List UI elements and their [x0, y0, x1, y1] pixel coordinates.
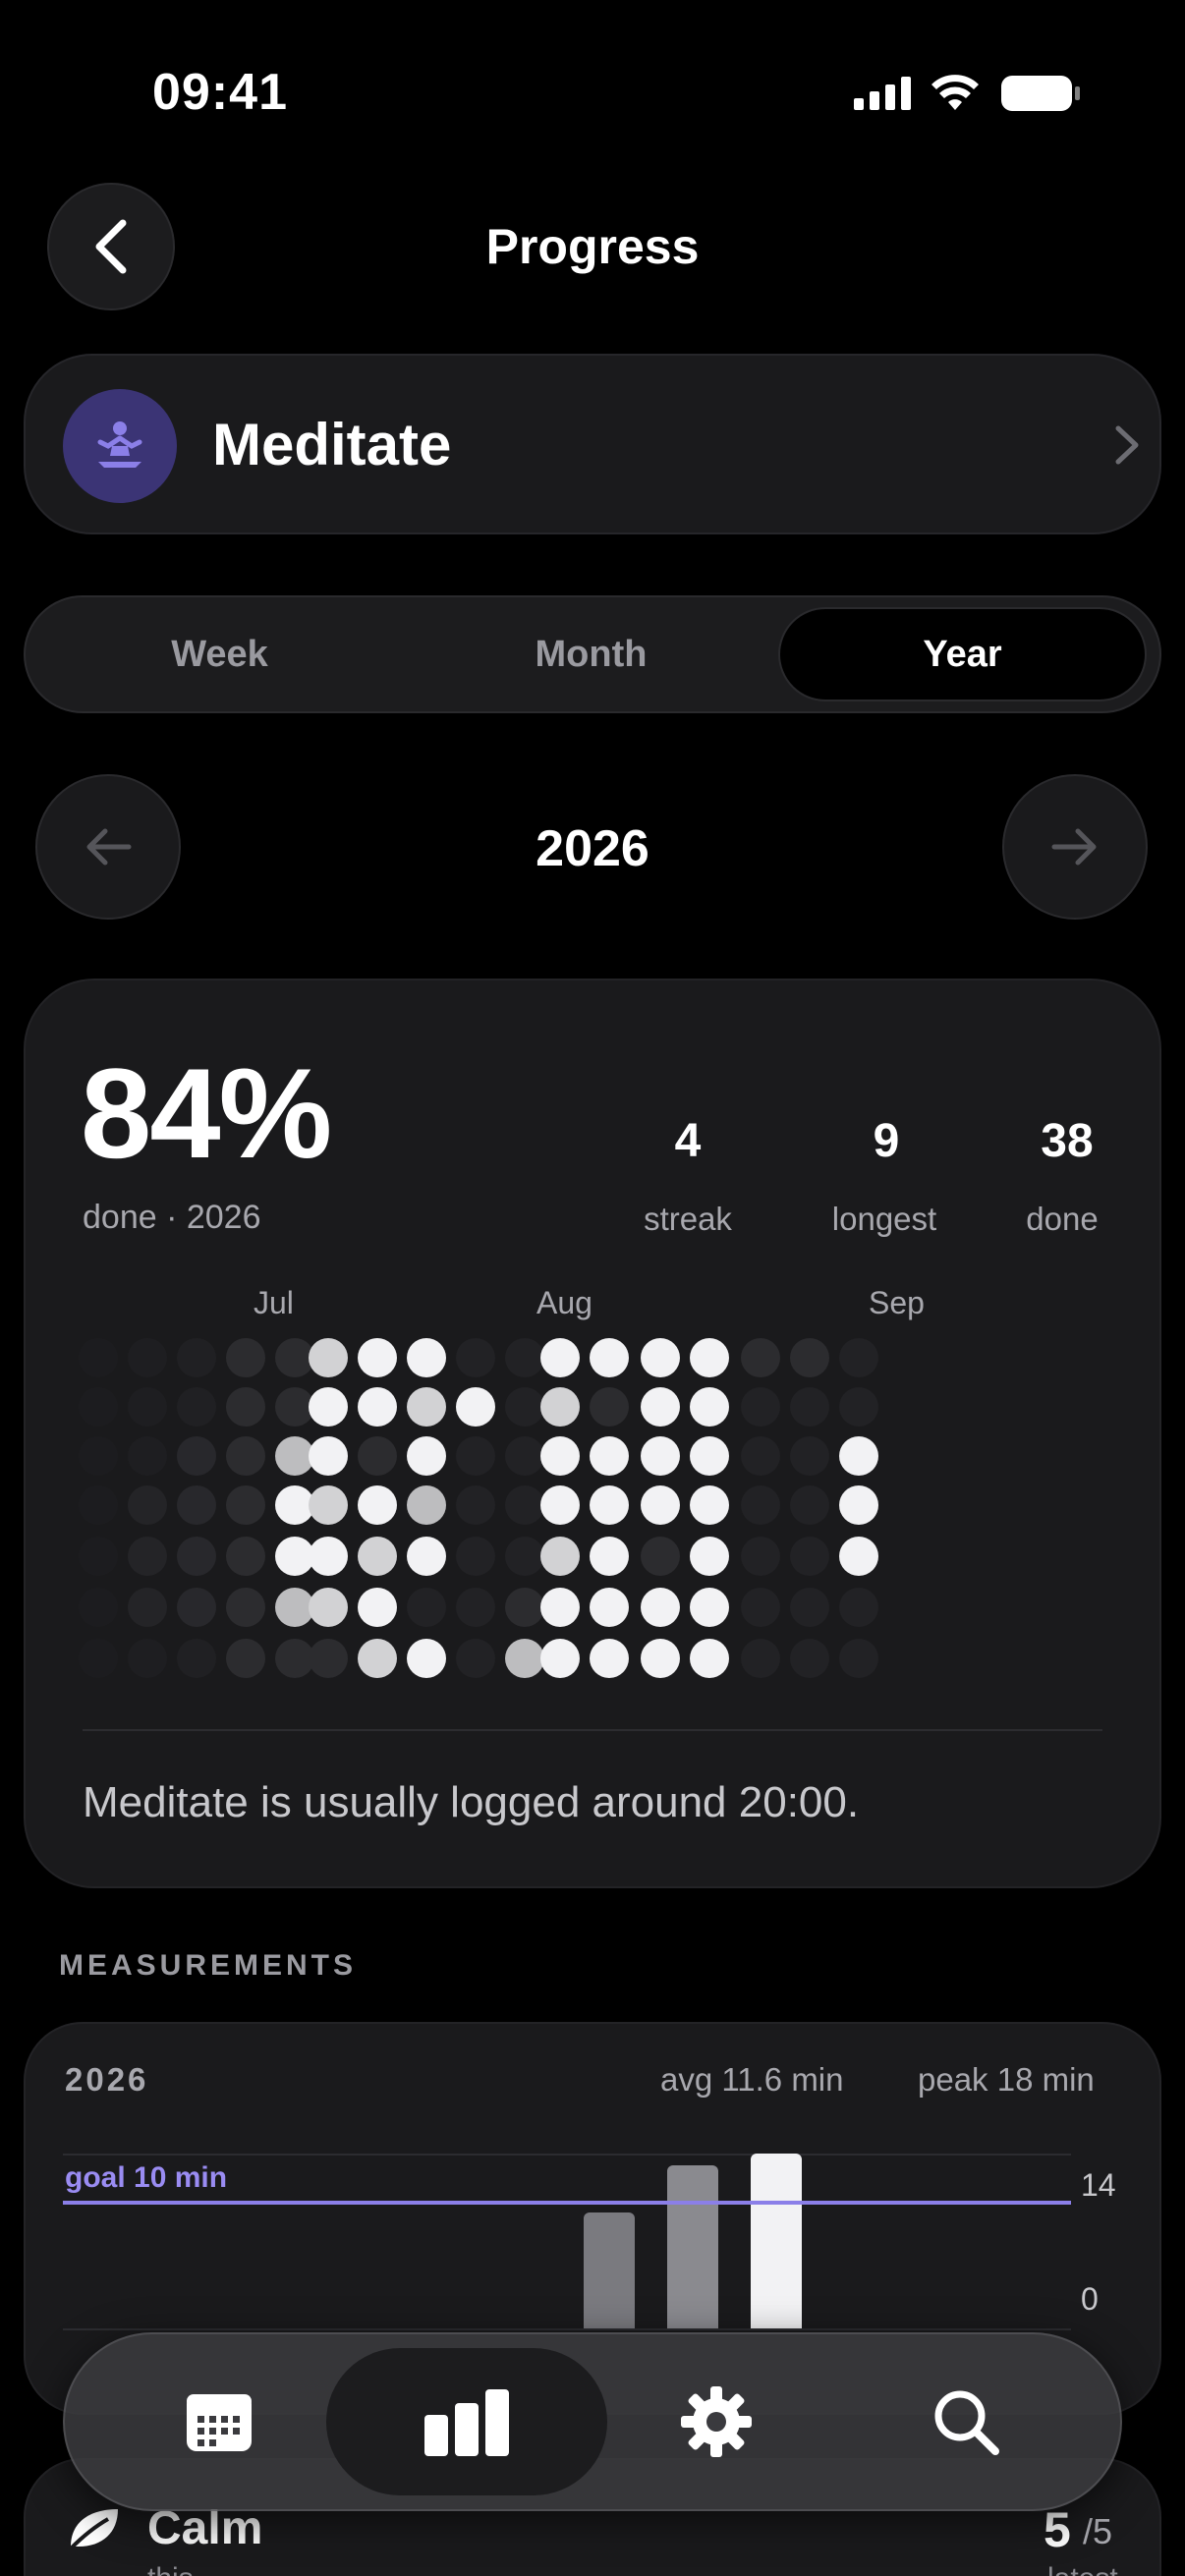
goal-label: goal 10 min	[65, 2161, 228, 2194]
done-value: 38	[1041, 1115, 1094, 1167]
settings-icon	[681, 2386, 752, 2457]
completion-subtitle: done · 2026	[83, 1199, 261, 1236]
tab-stats[interactable]	[326, 2348, 607, 2495]
habit-avatar	[63, 389, 177, 503]
measurement-bar	[751, 2154, 802, 2328]
habit-card-note: latest	[1047, 2562, 1118, 2576]
leaf-icon	[65, 2503, 124, 2557]
meditation-icon	[97, 421, 142, 468]
habit-selector[interactable]	[24, 354, 1161, 534]
measurements-year: 2026	[65, 2061, 149, 2098]
axis-label-min: 0	[1081, 2281, 1099, 2317]
divider	[83, 1729, 1102, 1731]
measurements-average: avg 11.6 min	[660, 2061, 844, 2098]
month-label-aug: Aug	[536, 1285, 592, 1320]
grid-line-bottom	[63, 2328, 1071, 2330]
chevron-right-icon	[1112, 422, 1142, 473]
page-title: Progress	[485, 219, 700, 274]
done-label: done	[1026, 1201, 1099, 1237]
habit-name: Meditate	[212, 412, 452, 477]
month-label-sep: Sep	[869, 1285, 925, 1320]
grid-line-top	[63, 2154, 1071, 2156]
habit-card-subtitle: this	[147, 2562, 194, 2576]
completion-percent: 84%	[81, 1041, 332, 1185]
tab-week[interactable]: Week	[35, 607, 404, 701]
signal-icon	[854, 77, 911, 110]
insight-text: Meditate is usually logged around 20:00.	[83, 1778, 860, 1826]
search-icon	[934, 2390, 999, 2455]
status-time: 09:41	[152, 64, 288, 121]
streak-value: 4	[674, 1115, 702, 1167]
longest-value: 9	[873, 1115, 900, 1167]
wifi-icon	[931, 75, 979, 110]
habit-card-max: /5	[1083, 2511, 1113, 2551]
measurement-bar	[667, 2165, 718, 2328]
streak-label: streak	[644, 1201, 732, 1237]
longest-label: longest	[831, 1201, 937, 1237]
axis-label-max: 14	[1081, 2167, 1116, 2203]
stats-icon	[424, 2389, 509, 2456]
month-label-jul: Jul	[254, 1285, 294, 1320]
next-year-button[interactable]	[1002, 774, 1148, 920]
tab-month[interactable]: Month	[407, 607, 775, 701]
measurement-bar	[584, 2212, 635, 2328]
measurements-peak: peak 18 min	[918, 2061, 1095, 2098]
tab-year[interactable]: Year	[778, 607, 1147, 701]
calendar-icon	[187, 2394, 252, 2451]
status-icons	[854, 71, 1082, 116]
arrow-right-icon	[1051, 828, 1097, 866]
measurements-section-title: MEASUREMENTS	[59, 1949, 358, 1982]
battery-icon	[1001, 76, 1080, 111]
tab-search[interactable]	[825, 2348, 1106, 2495]
tab-settings[interactable]	[576, 2348, 857, 2495]
goal-line	[63, 2201, 1071, 2205]
tab-calendar[interactable]	[79, 2348, 360, 2495]
